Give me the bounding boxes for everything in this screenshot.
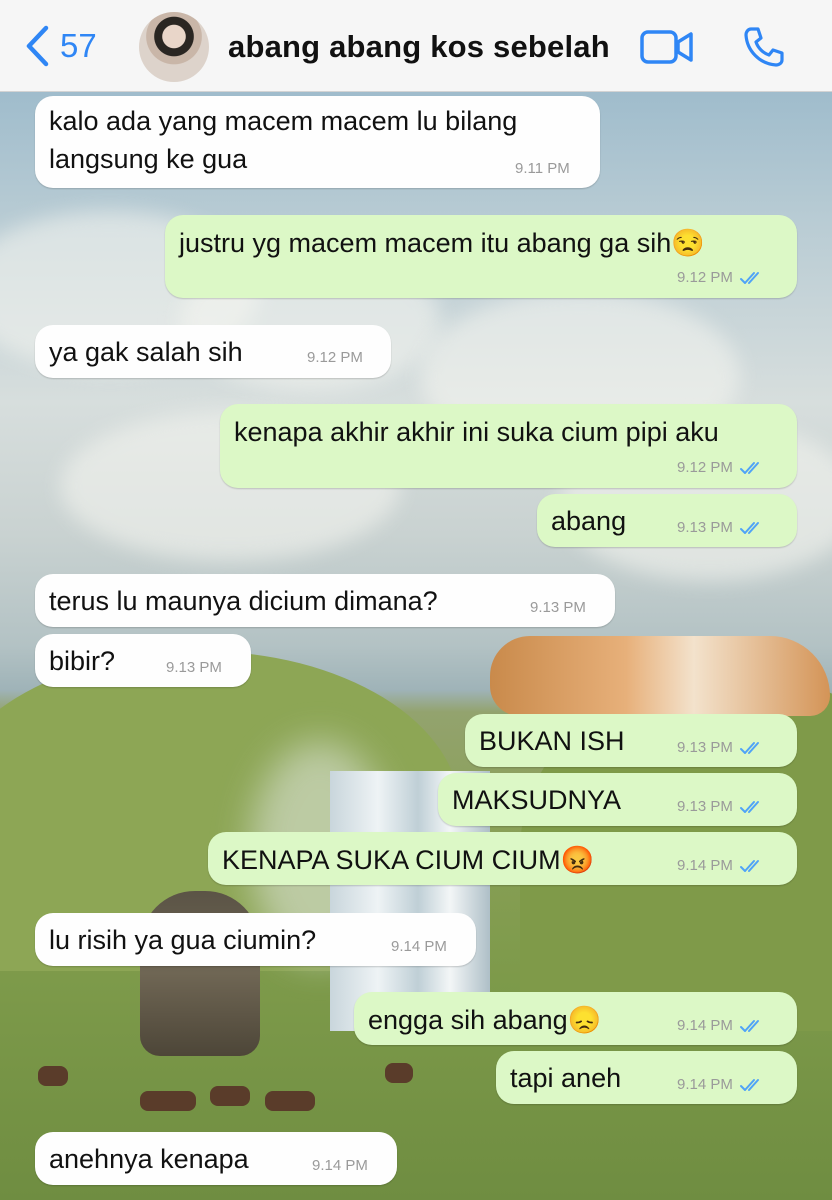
message-time: 9.14 PM xyxy=(677,1076,733,1093)
chat-header: 57 abang abang kos sebelah xyxy=(0,0,832,92)
message-text: anehnya kenapa xyxy=(49,1144,249,1174)
message-bubble-outgoing[interactable]: engga sih abang😞 9.14 PM xyxy=(354,992,797,1045)
message-text: kalo ada yang macem macem lu bilang xyxy=(49,106,518,136)
message-text: justru yg macem macem itu abang ga sih😒 xyxy=(179,228,705,258)
message-meta: 9.14 PM xyxy=(677,857,765,874)
message-text: engga sih abang😞 xyxy=(368,1005,602,1035)
message-time: 9.13 PM xyxy=(677,519,733,536)
message-time: 9.12 PM xyxy=(677,459,733,476)
message-meta: 9.13 PM xyxy=(677,739,765,756)
message-text: langsung ke gua xyxy=(49,144,248,174)
double-check-icon xyxy=(739,1019,759,1032)
double-check-icon xyxy=(739,271,759,284)
message-bubble-outgoing[interactable]: kenapa akhir akhir ini suka cium pipi ak… xyxy=(220,404,797,488)
message-time: 9.14 PM xyxy=(677,1017,733,1034)
message-text: bibir? xyxy=(49,646,116,676)
message-bubble-outgoing[interactable]: justru yg macem macem itu abang ga sih😒 … xyxy=(165,215,797,298)
message-text: abang xyxy=(551,506,627,536)
message-text: tapi aneh xyxy=(510,1063,622,1093)
message-bubble-outgoing[interactable]: BUKAN ISH 9.13 PM xyxy=(465,714,797,767)
message-text: ya gak salah sih xyxy=(49,337,243,367)
message-time: 9.14 PM xyxy=(312,1157,368,1174)
avatar[interactable] xyxy=(139,12,209,82)
message-time: 9.14 PM xyxy=(677,857,733,874)
phone-icon[interactable] xyxy=(742,25,786,69)
message-meta: 9.12 PM xyxy=(677,459,765,476)
message-meta: 9.13 PM xyxy=(677,519,765,536)
message-time: 9.13 PM xyxy=(677,739,733,756)
message-text: KENAPA SUKA CIUM CIUM😡 xyxy=(222,845,595,875)
message-time: 9.12 PM xyxy=(677,269,733,286)
message-bubble-incoming[interactable]: ya gak salah sih 9.12 PM xyxy=(35,325,391,378)
message-bubble-outgoing[interactable]: MAKSUDNYA 9.13 PM xyxy=(438,773,797,826)
message-text: MAKSUDNYA xyxy=(452,785,622,815)
message-bubble-incoming[interactable]: terus lu maunya dicium dimana? 9.13 PM xyxy=(35,574,615,627)
message-bubble-outgoing[interactable]: abang 9.13 PM xyxy=(537,494,797,547)
message-bubble-incoming[interactable]: anehnya kenapa 9.14 PM xyxy=(35,1132,397,1185)
message-meta: 9.14 PM xyxy=(677,1076,765,1093)
message-bubble-incoming[interactable]: bibir? 9.13 PM xyxy=(35,634,251,687)
message-text: terus lu maunya dicium dimana? xyxy=(49,586,438,616)
message-time: 9.14 PM xyxy=(391,938,447,955)
message-meta: 9.14 PM xyxy=(677,1017,765,1034)
unread-count: 57 xyxy=(60,27,97,64)
back-button[interactable]: 57 xyxy=(24,22,97,70)
message-bubble-incoming[interactable]: kalo ada yang macem macem lu bilang lang… xyxy=(35,96,600,188)
message-meta: 9.12 PM xyxy=(677,269,765,286)
contact-name[interactable]: abang abang kos sebelah xyxy=(228,29,610,65)
double-check-icon xyxy=(739,859,759,872)
message-text: BUKAN ISH xyxy=(479,726,625,756)
double-check-icon xyxy=(739,461,759,474)
message-bubble-outgoing[interactable]: KENAPA SUKA CIUM CIUM😡 9.14 PM xyxy=(208,832,797,885)
message-text: lu risih ya gua ciumin? xyxy=(49,925,317,955)
video-camera-icon[interactable] xyxy=(640,27,694,67)
message-meta: 9.13 PM xyxy=(677,798,765,815)
message-time: 9.11 PM xyxy=(515,160,570,177)
message-time: 9.12 PM xyxy=(307,349,363,366)
message-time: 9.13 PM xyxy=(530,599,586,616)
message-time: 9.13 PM xyxy=(677,798,733,815)
message-text: kenapa akhir akhir ini suka cium pipi ak… xyxy=(234,417,719,447)
double-check-icon xyxy=(739,741,759,754)
double-check-icon xyxy=(739,521,759,534)
double-check-icon xyxy=(739,1078,759,1091)
chevron-left-icon xyxy=(26,25,49,67)
message-time: 9.13 PM xyxy=(166,659,222,676)
double-check-icon xyxy=(739,800,759,813)
message-bubble-outgoing[interactable]: tapi aneh 9.14 PM xyxy=(496,1051,797,1104)
message-bubble-incoming[interactable]: lu risih ya gua ciumin? 9.14 PM xyxy=(35,913,476,966)
